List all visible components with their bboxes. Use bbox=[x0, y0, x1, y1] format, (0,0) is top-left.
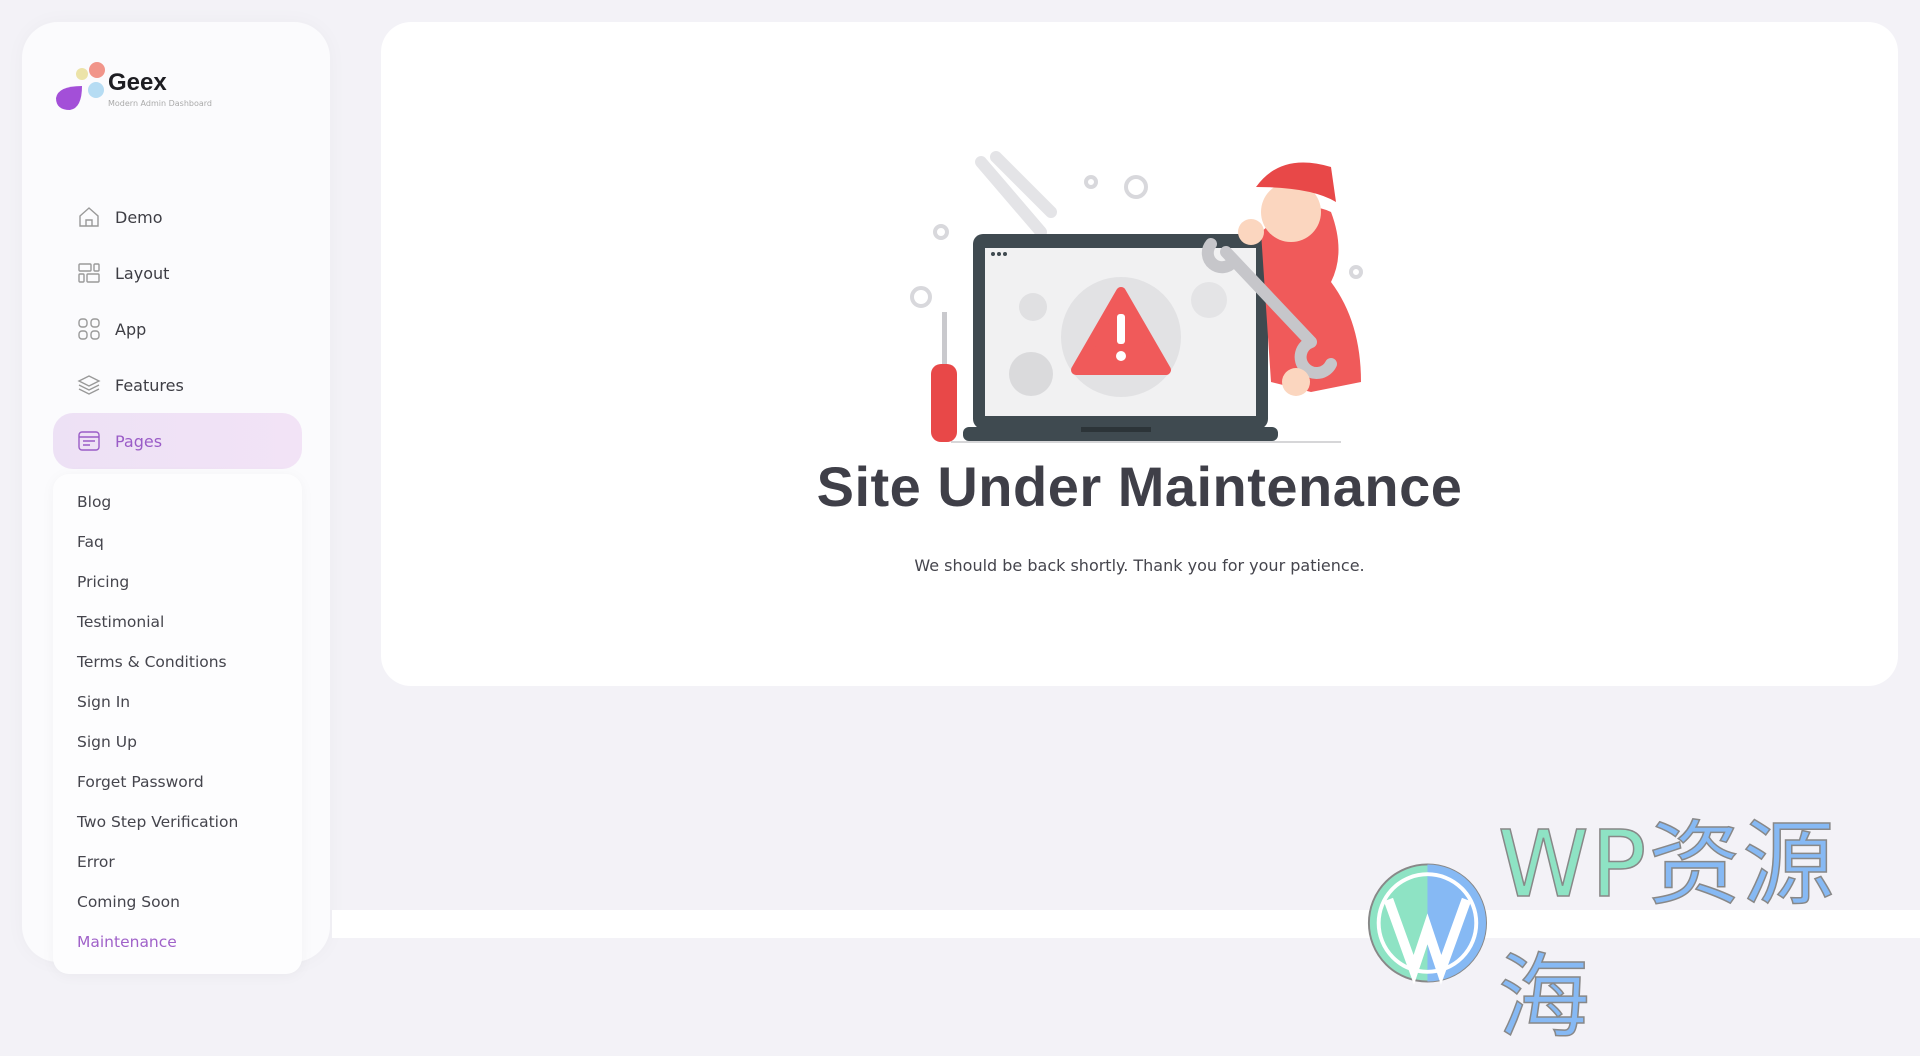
submenu-item-coming-soon[interactable]: Coming Soon bbox=[53, 882, 302, 922]
sidebar-item-pages[interactable]: Pages bbox=[53, 413, 302, 469]
page-subtitle: We should be back shortly. Thank you for… bbox=[914, 556, 1365, 575]
submenu-item-sign-up[interactable]: Sign Up bbox=[53, 722, 302, 762]
watermark: WP资源海 bbox=[1365, 790, 1920, 1056]
sidebar-item-label: App bbox=[115, 319, 147, 339]
watermark-text: WP资源海 bbox=[1497, 790, 1920, 1056]
sidebar-nav: Demo Layout App Features Pages bbox=[53, 189, 302, 469]
watermark-latin: WP bbox=[1497, 810, 1649, 919]
submenu-item-error[interactable]: Error bbox=[53, 842, 302, 882]
layout-icon bbox=[78, 263, 100, 283]
logo[interactable]: Geex Modern Admin Dashboard bbox=[52, 60, 212, 116]
page-title: Site Under Maintenance bbox=[816, 455, 1463, 518]
brand-tagline: Modern Admin Dashboard bbox=[108, 98, 212, 108]
submenu-item-forget-password[interactable]: Forget Password bbox=[53, 762, 302, 802]
sidebar-item-app[interactable]: App bbox=[53, 301, 302, 357]
submenu-item-pricing[interactable]: Pricing bbox=[53, 562, 302, 602]
brand-name: Geex bbox=[108, 68, 167, 96]
submenu-item-terms-conditions[interactable]: Terms & Conditions bbox=[53, 642, 302, 682]
grid-icon bbox=[78, 318, 100, 340]
sidebar-item-features[interactable]: Features bbox=[53, 357, 302, 413]
sidebar-item-demo[interactable]: Demo bbox=[53, 189, 302, 245]
submenu-item-sign-in[interactable]: Sign In bbox=[53, 682, 302, 722]
sidebar-item-label: Features bbox=[115, 375, 184, 395]
layers-icon bbox=[77, 375, 101, 395]
sidebar-item-label: Layout bbox=[115, 263, 170, 283]
sidebar: Geex Modern Admin Dashboard Demo Layout … bbox=[22, 22, 330, 974]
submenu-item-testimonial[interactable]: Testimonial bbox=[53, 602, 302, 642]
sidebar-item-layout[interactable]: Layout bbox=[53, 245, 302, 301]
wordpress-logo-icon bbox=[1367, 863, 1487, 985]
maintenance-illustration bbox=[910, 151, 1363, 443]
home-icon bbox=[79, 207, 99, 227]
submenu-item-faq[interactable]: Faq bbox=[53, 522, 302, 562]
submenu-item-two-step-verification[interactable]: Two Step Verification bbox=[53, 802, 302, 842]
logo-icon bbox=[56, 62, 105, 110]
submenu-item-blog[interactable]: Blog bbox=[53, 482, 302, 522]
pages-submenu: Blog Faq Pricing Testimonial Terms & Conditi… bbox=[53, 474, 302, 974]
maintenance-card: Site Under Maintenance We should be back… bbox=[381, 22, 1898, 686]
sidebar-item-label: Demo bbox=[115, 207, 163, 227]
sidebar-item-label: Pages bbox=[115, 431, 163, 451]
submenu-item-maintenance[interactable]: Maintenance bbox=[53, 922, 302, 962]
browser-icon bbox=[78, 431, 100, 451]
